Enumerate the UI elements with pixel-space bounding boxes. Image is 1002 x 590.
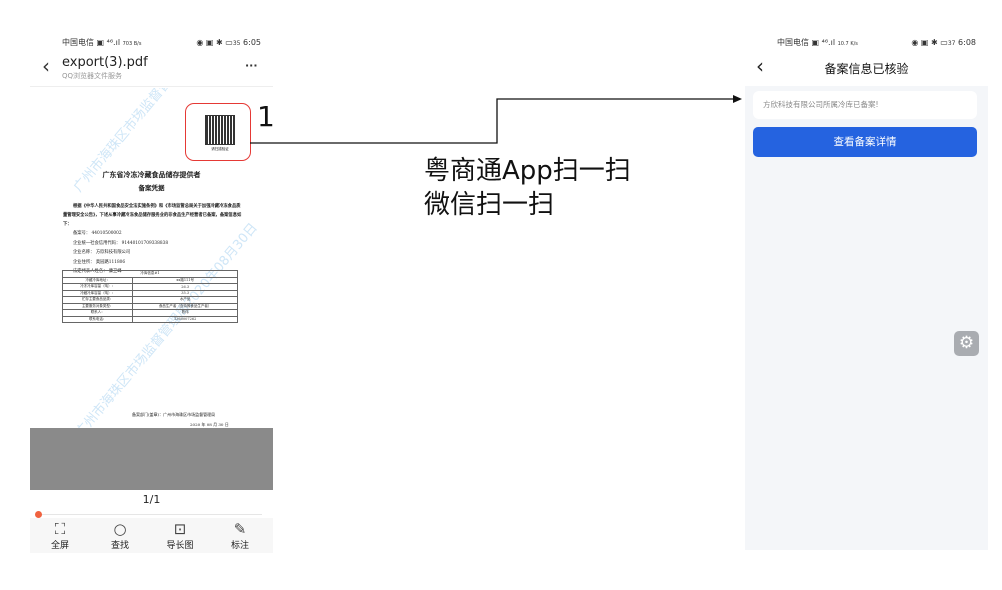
status-bar: 中国电信 ▣ ⁴⁶.ıl 10.7 K/s ◉ ▣ ✱ ▭37 6:08 (777, 37, 976, 47)
net-speed: 10.7 K/s (837, 40, 858, 47)
verification-message: 方欣科技有限公司所属冷库已备案! (753, 91, 977, 119)
view-details-button[interactable]: 查看备案详情 (753, 127, 977, 157)
instruction-line: 粤商通App扫一扫 (424, 156, 631, 186)
instruction-line: 微信扫一扫 (424, 190, 555, 220)
verification-screen: 中国电信 ▣ ⁴⁶.ıl 10.7 K/s ◉ ▣ ✱ ▭37 6:08 ‹ 备… (745, 30, 988, 550)
page-title: 备案信息已核验 (824, 62, 909, 76)
scan-instructions: 粤商通App扫一扫 微信扫一扫 (424, 154, 631, 222)
clock: 6:08 (958, 37, 976, 47)
carrier: 中国电信 (777, 37, 809, 47)
gear-icon[interactable]: ⚙ (954, 331, 979, 356)
battery: 37 (947, 39, 956, 47)
